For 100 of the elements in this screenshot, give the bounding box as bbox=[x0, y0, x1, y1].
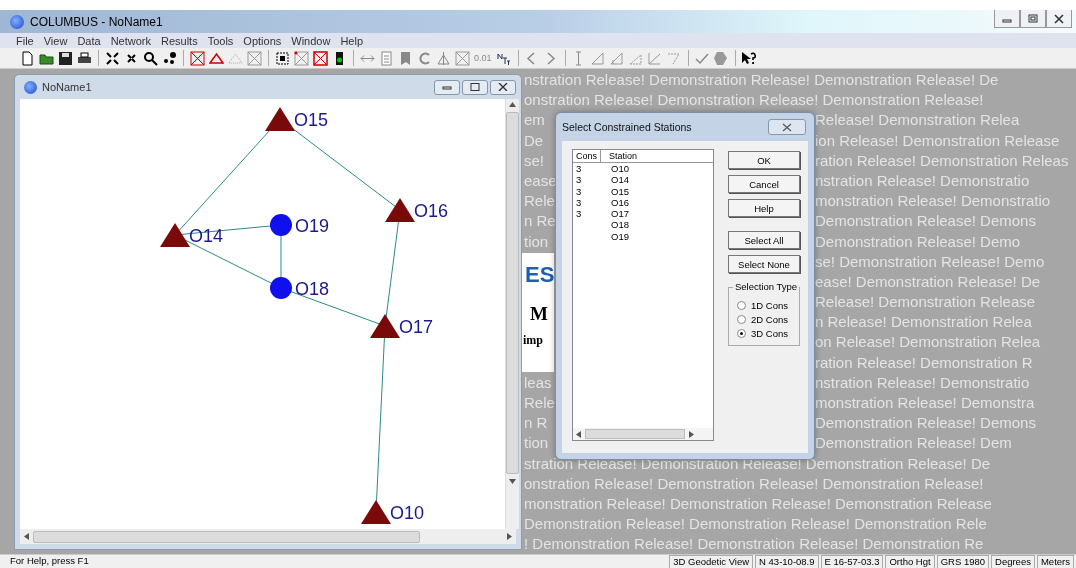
station-label: O15 bbox=[294, 110, 329, 130]
maximize-icon bbox=[470, 83, 480, 91]
watermark-text: n R bbox=[524, 414, 548, 432]
dialog-button[interactable]: Cancel bbox=[728, 175, 800, 193]
column-header[interactable]: Cons bbox=[573, 150, 601, 162]
table-cell[interactable]: O19 bbox=[601, 230, 629, 243]
up-arrow-icon bbox=[509, 102, 516, 107]
station-triangle[interactable] bbox=[265, 107, 295, 131]
watermark-text: Release! Demonstration Release bbox=[815, 292, 1036, 313]
maximize-button[interactable] bbox=[462, 79, 488, 95]
menu-item[interactable]: Help bbox=[340, 34, 364, 47]
globe-icon bbox=[24, 80, 37, 94]
watermark-text: ease! Demonstration Release! De bbox=[815, 271, 1041, 292]
menu-item[interactable]: Network bbox=[110, 34, 151, 47]
radio-label[interactable]: 2D Cons bbox=[751, 314, 788, 325]
table-cell[interactable]: O14 bbox=[601, 174, 629, 186]
search-icon[interactable] bbox=[141, 49, 159, 67]
watermark-text: onstration Release! Demonstration Release! Demonstration Release! bbox=[524, 473, 984, 494]
watermark-text: n Release! Demonstration Relea bbox=[815, 312, 1032, 333]
horizontal-scrollbar[interactable] bbox=[573, 428, 713, 440]
pentagon-icon[interactable] bbox=[711, 49, 730, 67]
table-cell[interactable]: O18 bbox=[601, 219, 629, 231]
station-triangle[interactable] bbox=[385, 198, 415, 222]
station-triangle[interactable] bbox=[370, 314, 400, 338]
tripod-icon[interactable] bbox=[434, 49, 452, 67]
table-cell[interactable]: O15 bbox=[601, 185, 629, 197]
horizontal-scrollbar[interactable] bbox=[20, 529, 516, 544]
column-header[interactable]: Station bbox=[601, 150, 638, 162]
watermark-text: Demonstration Release! Demons bbox=[815, 413, 1036, 434]
menu-item[interactable]: Window bbox=[291, 34, 331, 47]
logo-text: M bbox=[529, 302, 548, 326]
left-arrow-icon bbox=[576, 430, 581, 438]
watermark-text: ration Release! Demonstration R bbox=[815, 352, 1033, 373]
close-icon bbox=[1054, 13, 1064, 24]
station-label: O16 bbox=[414, 201, 449, 221]
table-cell[interactable]: O10 bbox=[601, 163, 629, 175]
status-pane: Ortho Hgt bbox=[885, 555, 935, 568]
globe-icon bbox=[10, 14, 24, 29]
station-label: O14 bbox=[189, 226, 224, 246]
table-cell: 3 bbox=[576, 208, 582, 220]
watermark-text: Demonstration Release! Demo bbox=[815, 231, 1021, 252]
menu-item[interactable]: Results bbox=[161, 34, 198, 47]
close-button[interactable] bbox=[768, 119, 806, 135]
crossed-box-icon[interactable] bbox=[188, 49, 206, 67]
close-button[interactable] bbox=[1046, 10, 1072, 28]
menu-item[interactable]: Tools bbox=[207, 34, 234, 47]
status-pane: Meters bbox=[1036, 555, 1074, 568]
radio-label[interactable]: 1D Cons bbox=[751, 300, 788, 311]
watermark-text: se! bbox=[524, 151, 544, 169]
group-label: Selection Type bbox=[733, 281, 800, 292]
watermark-text: ! Demonstration Release! Demonstration Release! Demonstration Re bbox=[524, 534, 984, 554]
save-icon[interactable] bbox=[56, 49, 74, 67]
minimize-icon bbox=[442, 83, 452, 91]
watermark-text: ration Release! Demonstration Releas bbox=[815, 150, 1069, 171]
dialog-button[interactable]: OK bbox=[728, 151, 800, 169]
watermark-text: Demonstration Release! Demonstration Release! Demonstration Rele bbox=[524, 514, 987, 535]
down-arrow-icon bbox=[509, 479, 516, 484]
watermark-text: nstration Release! Demonstratio bbox=[815, 372, 1030, 393]
help-pointer-icon[interactable] bbox=[739, 49, 758, 67]
watermark-text: Rele bbox=[524, 394, 555, 411]
watermark-text: onstration Release! Demonstration Release! Demonstration Release! bbox=[524, 90, 984, 111]
minimize-button[interactable] bbox=[994, 10, 1020, 28]
watermark-text: nstration Release! Demonstration Release! Demonstration Release! De bbox=[524, 70, 999, 90]
watermark-text: leas bbox=[524, 373, 552, 391]
table-cell[interactable]: O17 bbox=[601, 208, 629, 220]
menu-item[interactable]: View bbox=[43, 34, 68, 47]
station-label: O18 bbox=[295, 279, 330, 299]
table-cell[interactable]: O16 bbox=[601, 196, 629, 209]
crossed-box-icon[interactable] bbox=[245, 49, 263, 67]
dialog-button[interactable]: Help bbox=[728, 199, 800, 217]
station-circle[interactable] bbox=[270, 277, 292, 299]
watermark-text: tion bbox=[524, 434, 549, 452]
radio-button[interactable] bbox=[737, 329, 746, 338]
dotted-square-icon[interactable] bbox=[273, 49, 291, 67]
watermark-text: Demonstration Release! Demons bbox=[815, 211, 1036, 232]
station-label: O17 bbox=[399, 317, 434, 337]
radio-button[interactable] bbox=[737, 315, 746, 324]
vertical-scrollbar[interactable] bbox=[505, 99, 519, 529]
watermark-text: se! Demonstration Release! Demo bbox=[815, 251, 1045, 272]
selection-button[interactable]: Select All bbox=[728, 231, 800, 249]
watermark-text: ion Release! Demonstration Release bbox=[815, 130, 1060, 151]
right-arrow-icon bbox=[689, 430, 694, 438]
crossed-box-icon[interactable] bbox=[453, 49, 471, 67]
close-icon bbox=[782, 122, 792, 132]
selection-button[interactable]: Select None bbox=[728, 255, 800, 273]
menu-item[interactable]: File bbox=[16, 34, 34, 47]
close-button[interactable] bbox=[490, 79, 516, 95]
station-triangle[interactable] bbox=[361, 500, 391, 524]
radio-button[interactable] bbox=[737, 301, 746, 310]
watermark-text: n Re bbox=[524, 212, 556, 230]
table-cell: 3 bbox=[576, 174, 582, 186]
watermark-text: monstration Release! Demonstratio bbox=[815, 191, 1051, 212]
menu-item[interactable]: Data bbox=[77, 34, 101, 47]
watermark-text: tion bbox=[524, 232, 549, 250]
crossed-box-icon[interactable] bbox=[311, 49, 329, 67]
expand-icon[interactable] bbox=[103, 49, 121, 67]
menu-item[interactable]: Options bbox=[243, 34, 282, 47]
radio-label[interactable]: 3D Cons bbox=[751, 328, 788, 339]
station-circle[interactable] bbox=[270, 214, 292, 236]
station-triangle[interactable] bbox=[160, 223, 190, 247]
